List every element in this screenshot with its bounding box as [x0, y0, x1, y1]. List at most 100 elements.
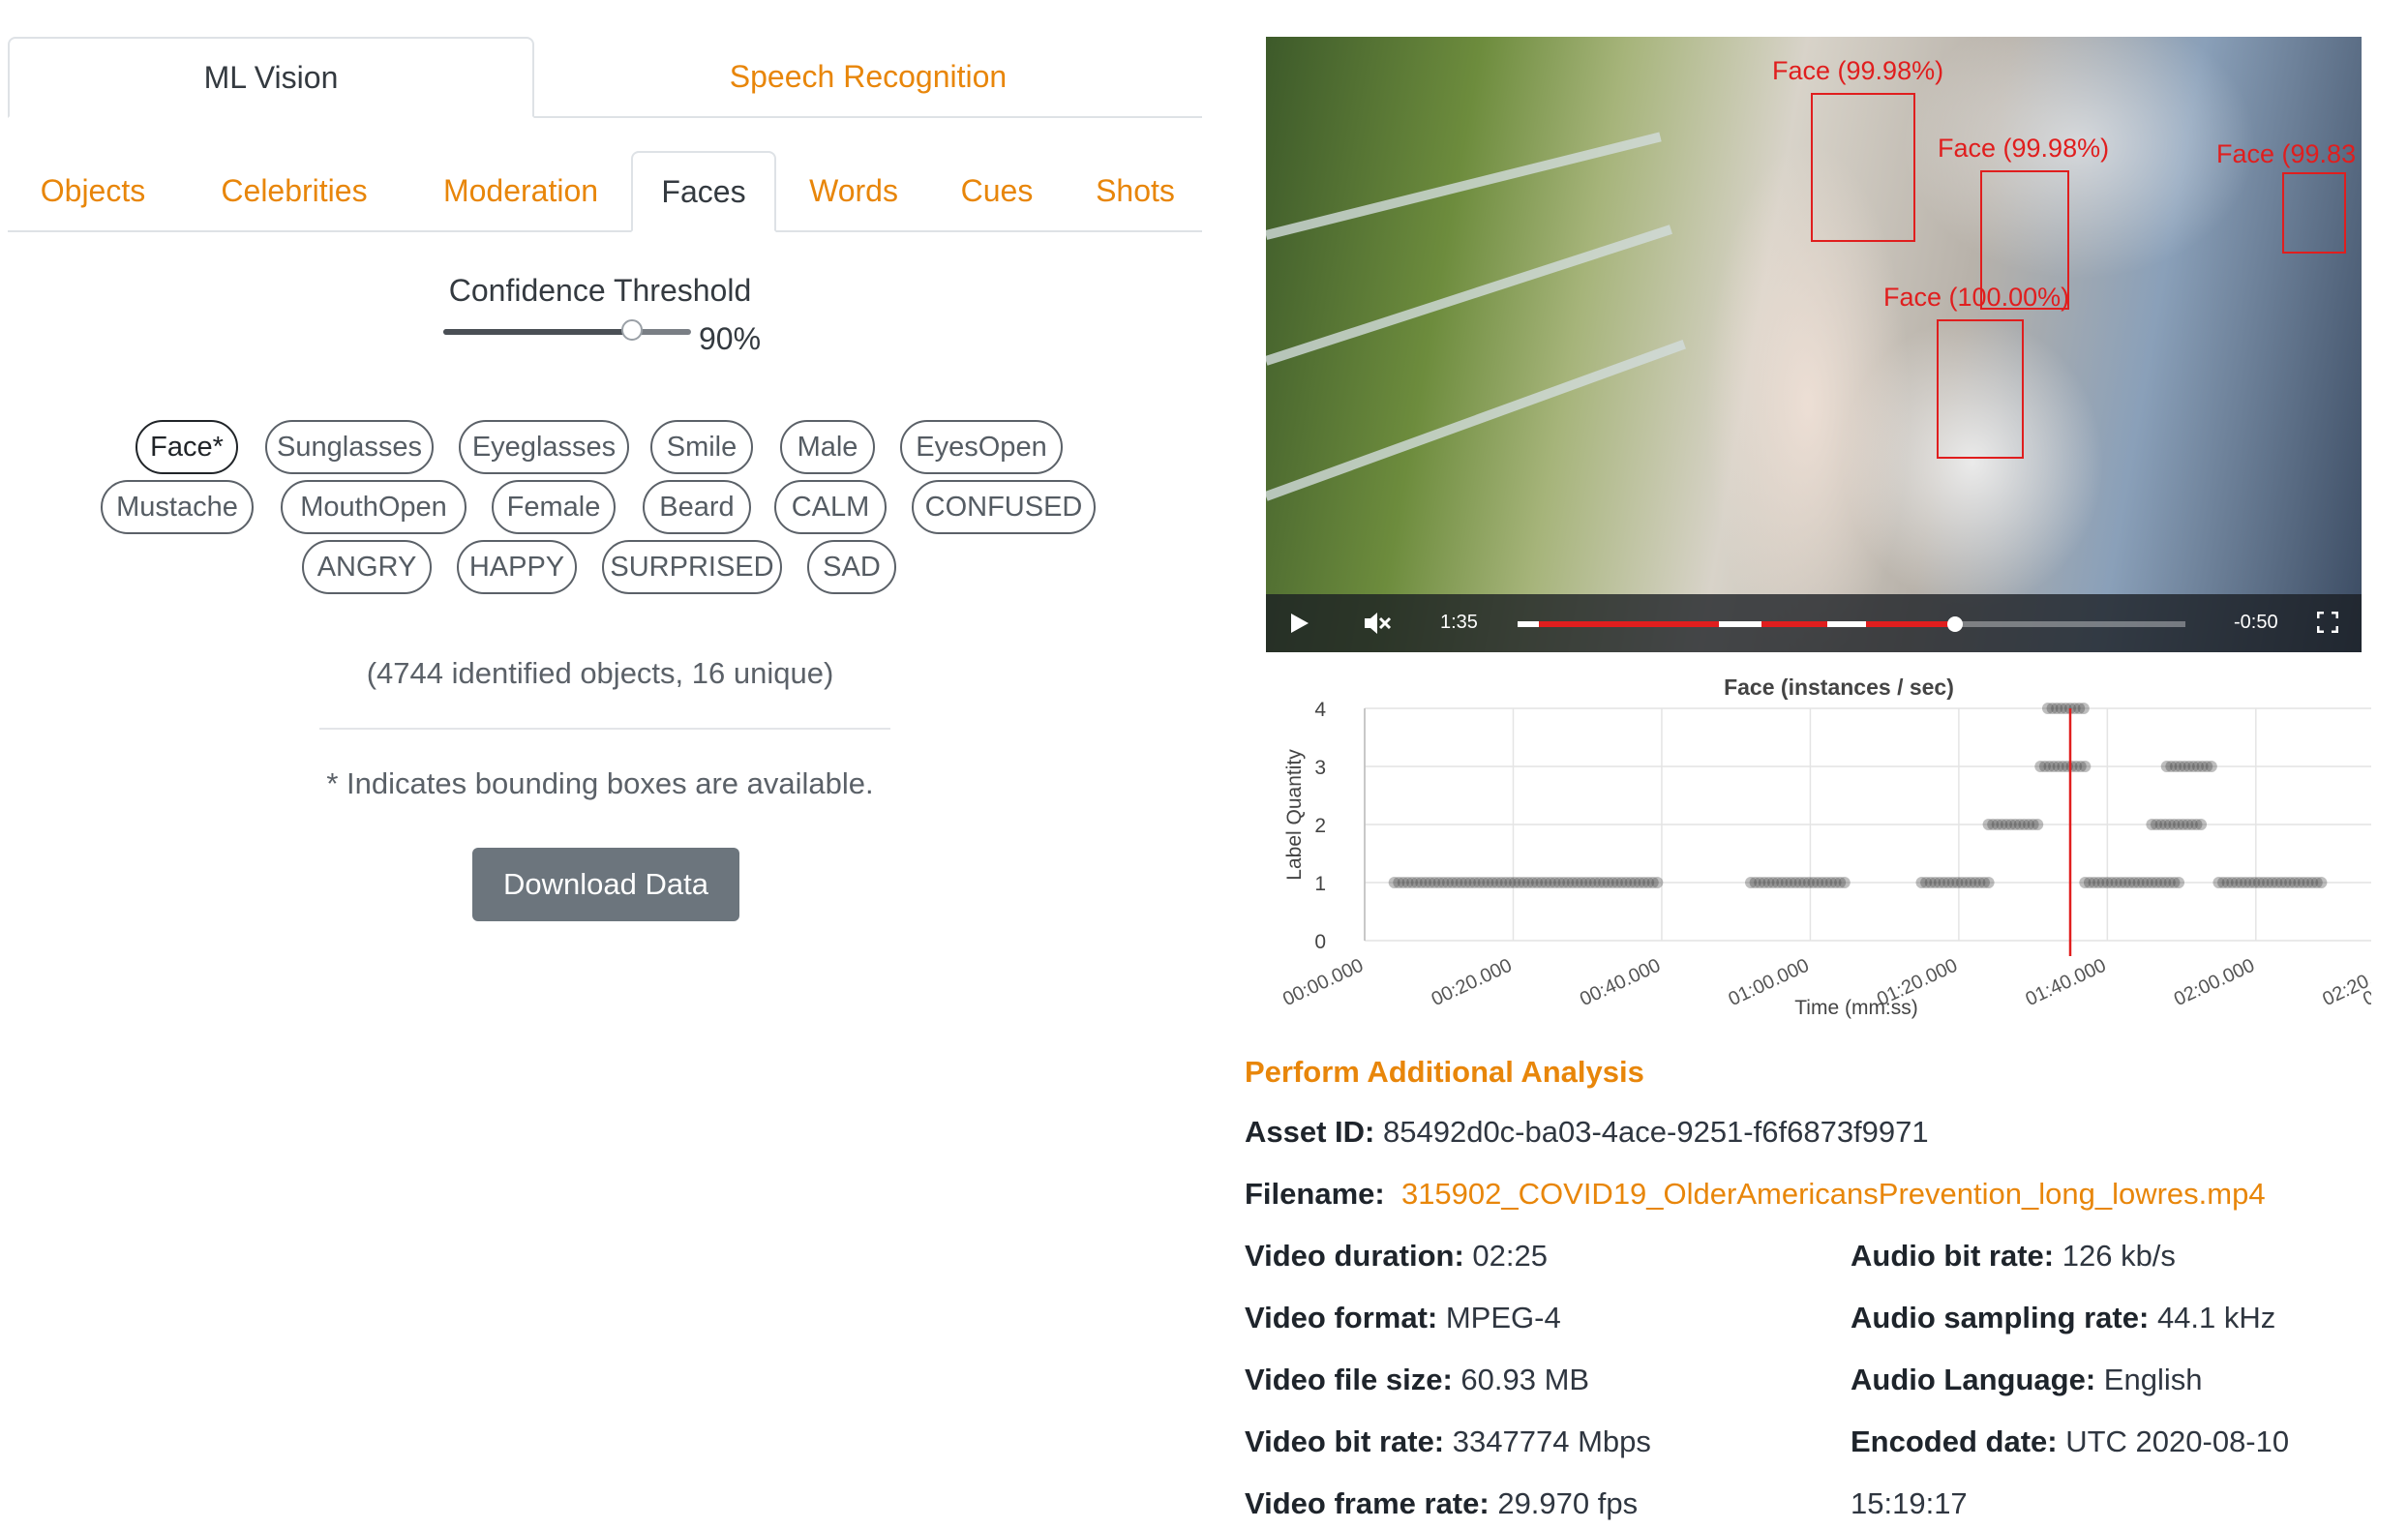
label-pill-eyesopen[interactable]: EyesOpen	[900, 420, 1063, 474]
label-pill-sad[interactable]: SAD	[807, 540, 896, 594]
chart-point	[2195, 819, 2208, 830]
encoded-date-row: Encoded date: UTC 2020-08-10	[1851, 1424, 2289, 1459]
video-bit-rate-row: Video bit rate: 3347774 Mbps	[1245, 1424, 1651, 1459]
meta-label: Video format:	[1245, 1301, 1438, 1334]
chart-point	[1838, 877, 1851, 888]
label-pill-eyeglasses[interactable]: Eyeglasses	[459, 420, 629, 474]
remaining-time: -0:50	[2234, 612, 2278, 633]
tab-speech-recognition[interactable]: Speech Recognition	[534, 37, 1202, 116]
asset-id-row: Asset ID: 85492d0c-ba03-4ace-9251-f6f687…	[1245, 1115, 1929, 1150]
chart-point	[2032, 819, 2044, 830]
label-pill-female[interactable]: Female	[492, 480, 616, 534]
mute-icon[interactable]	[1363, 610, 1392, 637]
filename-row: Filename: 315902_COVID19_OlderAmericansP…	[1245, 1177, 2266, 1212]
video-controls: 1:35 -0:50	[1266, 594, 2362, 652]
face-instances-chart: Face (instances / sec) Label Quantity Ti…	[1279, 675, 2371, 1019]
asset-id-label: Asset ID:	[1245, 1115, 1375, 1149]
sub-tab-bar: Objects Celebrities Moderation Faces Wor…	[8, 151, 1202, 232]
label-pill-face[interactable]: Face*	[135, 420, 238, 474]
meta-value: English	[2103, 1363, 2203, 1396]
chart-point	[1651, 877, 1664, 888]
divider	[319, 728, 890, 730]
chart-point	[2205, 761, 2217, 772]
chart-y-tick-label: 0	[1314, 931, 1326, 953]
tab-words[interactable]: Words	[776, 151, 931, 230]
chart-y-tick-label: 4	[1314, 699, 1326, 721]
video-progress-handle[interactable]	[1946, 616, 1963, 632]
tab-ml-vision[interactable]: ML Vision	[8, 37, 534, 118]
label-pill-happy[interactable]: HAPPY	[457, 540, 577, 594]
label-pill-confused[interactable]: CONFUSED	[912, 480, 1096, 534]
chart-y-axis-label: Label Quantity	[1283, 749, 1306, 881]
play-icon[interactable]	[1289, 612, 1310, 635]
meta-value: 3347774 Mbps	[1452, 1424, 1651, 1458]
chart-point	[2315, 877, 2328, 888]
face-confidence-label: Face (99.98%)	[1938, 134, 2110, 163]
confidence-threshold-title: Confidence Threshold	[448, 273, 752, 308]
filename-link[interactable]: 315902_COVID19_OlderAmericansPrevention_…	[1401, 1177, 2266, 1211]
label-pill-mouthopen[interactable]: MouthOpen	[281, 480, 467, 534]
asset-id-value: 85492d0c-ba03-4ace-9251-f6f6873f9971	[1383, 1115, 1929, 1149]
video-frame-rate-row: Video frame rate: 29.970 fps	[1245, 1486, 1638, 1521]
meta-label: Audio sampling rate:	[1851, 1301, 2150, 1334]
fullscreen-icon[interactable]	[2317, 612, 2338, 633]
chart-point	[2079, 761, 2092, 772]
label-pill-mustache[interactable]: Mustache	[101, 480, 254, 534]
chart-point	[2077, 703, 2090, 714]
video-segment-marker	[1719, 621, 1761, 627]
perform-additional-analysis-link[interactable]: Perform Additional Analysis	[1245, 1055, 1644, 1090]
label-pill-male[interactable]: Male	[780, 420, 875, 474]
label-pill-angry[interactable]: ANGRY	[302, 540, 432, 594]
chart-x-tick-label: 00:20.000	[1429, 955, 1516, 1011]
chart-y-tick-label: 3	[1314, 757, 1326, 779]
video-player[interactable]: Face (99.98%) Face (99.98%) Face (99.83 …	[1266, 37, 2362, 652]
meta-label: Encoded date:	[1851, 1424, 2058, 1458]
video-duration-row: Video duration: 02:25	[1245, 1239, 1548, 1274]
tab-moderation[interactable]: Moderation	[410, 151, 631, 230]
label-pill-calm[interactable]: CALM	[774, 480, 887, 534]
current-time: 1:35	[1440, 612, 1478, 633]
identified-objects-summary: (4744 identified objects, 16 unique)	[366, 656, 834, 690]
label-pill-smile[interactable]: Smile	[650, 420, 753, 474]
label-pill-sunglasses[interactable]: Sunglasses	[265, 420, 434, 474]
meta-value: 15:19:17	[1851, 1486, 1968, 1520]
face-bounding-box	[2282, 172, 2346, 254]
meta-value: 29.970 fps	[1497, 1486, 1639, 1520]
chart-y-tick-label: 1	[1314, 873, 1326, 895]
face-confidence-label: Face (99.83	[2216, 139, 2357, 168]
tab-celebrities[interactable]: Celebrities	[178, 151, 410, 230]
chart-x-tick-label: 02:20.000	[2319, 955, 2371, 1011]
audio-bit-rate-row: Audio bit rate: 126 kb/s	[1851, 1239, 2176, 1274]
chart-point	[1982, 877, 1995, 888]
meta-label: Video frame rate:	[1245, 1486, 1490, 1520]
chart-x-tick-label: 02:00.000	[2171, 955, 2258, 1011]
filename-label: Filename:	[1245, 1177, 1385, 1211]
chart-x-tick-label: 00:00.000	[1279, 955, 1367, 1011]
audio-sampling-rate-row: Audio sampling rate: 44.1 kHz	[1851, 1301, 2275, 1335]
meta-value: 126 kb/s	[2062, 1239, 2176, 1273]
label-pill-surprised[interactable]: SURPRISED	[602, 540, 782, 594]
chart-title: Face (instances / sec)	[1724, 675, 1954, 700]
video-segment-marker	[1827, 621, 1866, 627]
video-segment-marker	[1518, 621, 1539, 627]
chart-x-tick-label: 01:40.000	[2023, 955, 2110, 1011]
face-confidence-label: Face (100.00%)	[1883, 283, 2070, 312]
audio-language-row: Audio Language: English	[1851, 1363, 2202, 1397]
chart-y-tick-label: 2	[1314, 815, 1326, 837]
tab-shots[interactable]: Shots	[1063, 151, 1208, 230]
tab-faces[interactable]: Faces	[631, 151, 776, 232]
tab-cues[interactable]: Cues	[931, 151, 1063, 230]
meta-label: Audio Language:	[1851, 1363, 2096, 1396]
tab-objects[interactable]: Objects	[8, 151, 178, 230]
meta-value: UTC 2020-08-10	[2065, 1424, 2290, 1458]
label-pill-beard[interactable]: Beard	[643, 480, 751, 534]
face-bounding-box	[1937, 319, 2024, 459]
face-confidence-label: Face (99.98%)	[1772, 56, 1944, 85]
confidence-slider-handle[interactable]	[621, 319, 643, 341]
confidence-value: 90%	[699, 321, 762, 356]
meta-value: 60.93 MB	[1460, 1363, 1590, 1396]
top-tab-bar: ML Vision Speech Recognition	[8, 37, 1202, 118]
chart-point	[2173, 877, 2185, 888]
meta-value: 02:25	[1472, 1239, 1548, 1273]
download-data-button[interactable]: Download Data	[472, 848, 739, 921]
